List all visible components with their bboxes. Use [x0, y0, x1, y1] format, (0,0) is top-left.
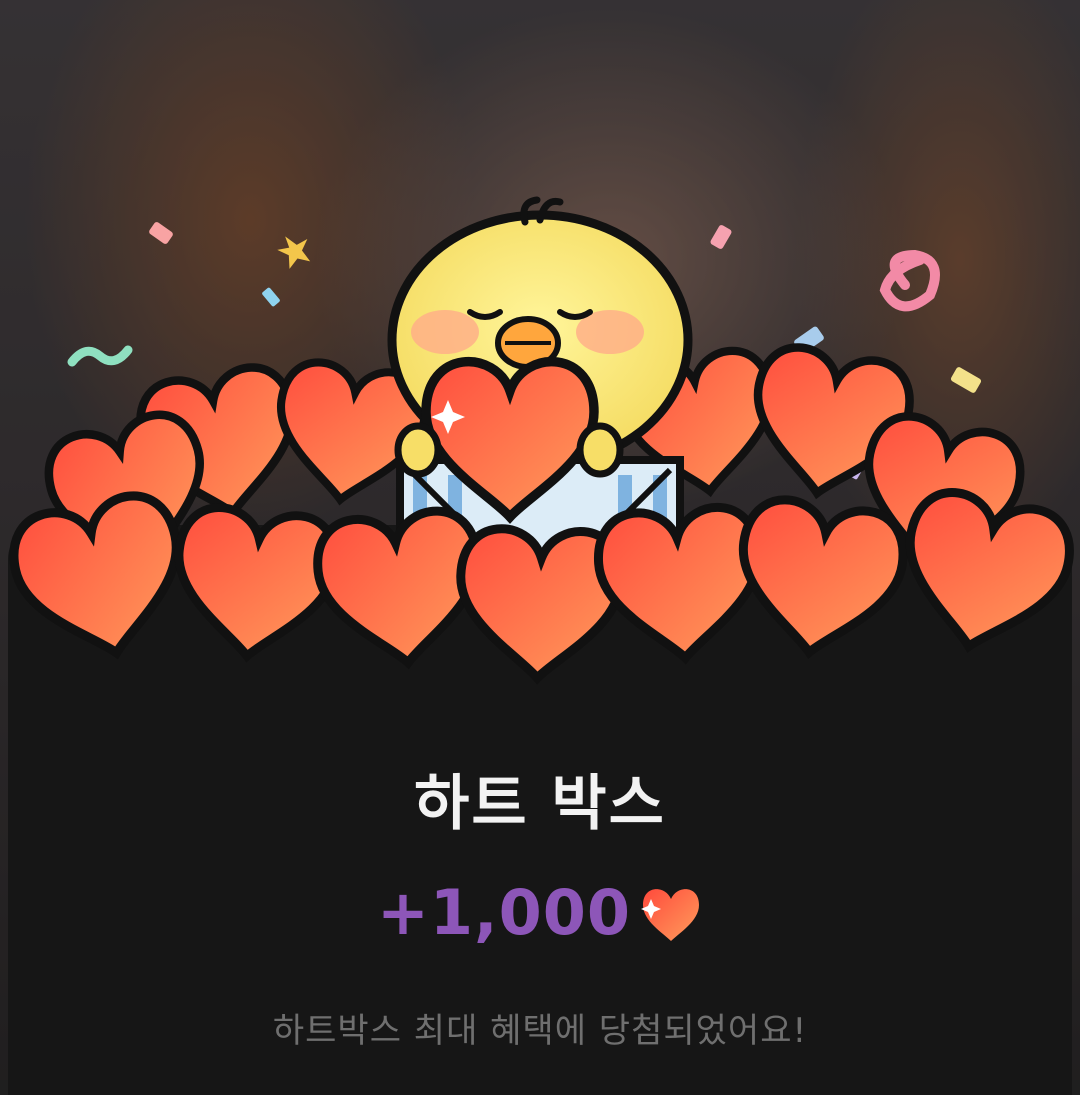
reward-amount-row: +1,000 — [0, 876, 1080, 949]
reward-amount: +1,000 — [376, 876, 632, 949]
reward-illustration — [0, 196, 1080, 700]
reward-message: 하트박스 최대 혜택에 당첨되었어요! — [272, 1011, 808, 1051]
heart-icon — [641, 888, 700, 941]
reward-title: 하트 박스 — [414, 769, 666, 839]
